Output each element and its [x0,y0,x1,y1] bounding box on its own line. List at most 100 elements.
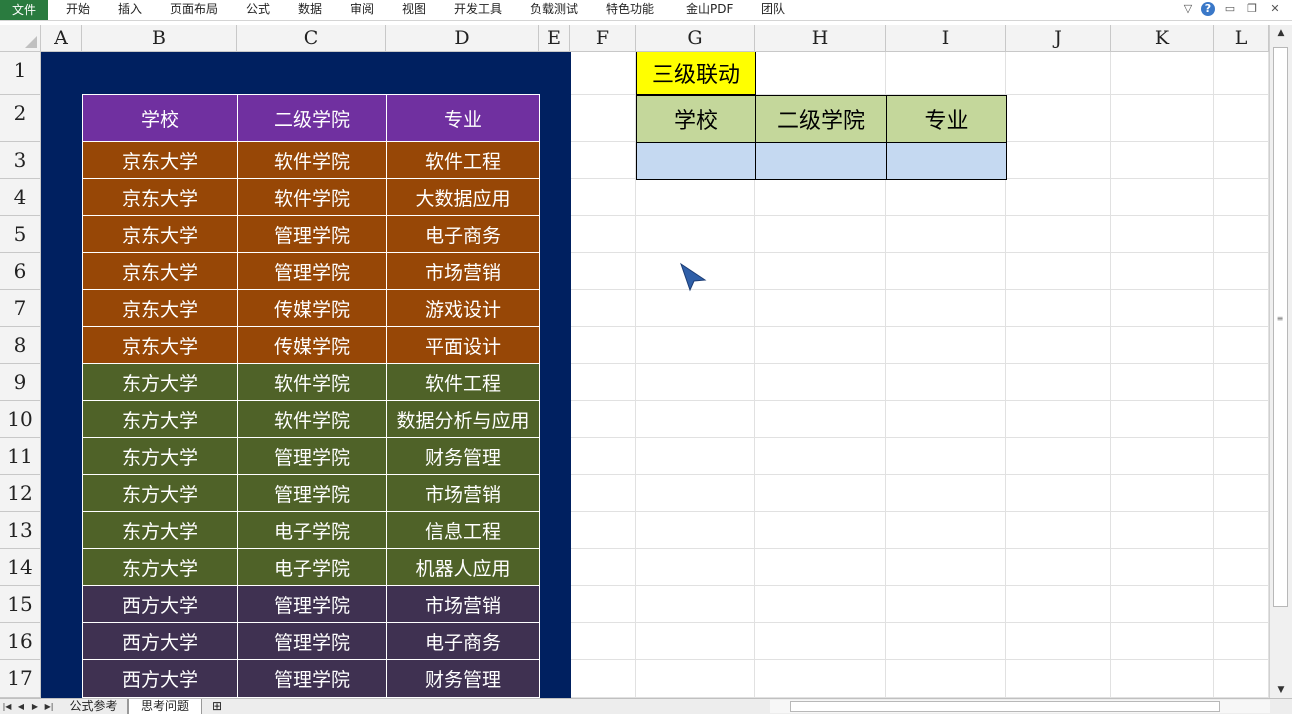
column-header[interactable]: C [237,25,386,52]
table-cell-major[interactable]: 财务管理 [386,437,540,475]
table-cell-college[interactable]: 软件学院 [237,363,387,401]
table-cell-college[interactable]: 传媒学院 [237,326,387,364]
table-cell-college[interactable]: 软件学院 [237,141,387,179]
collapse-ribbon-icon[interactable]: ▽ [1181,2,1195,16]
column-header[interactable]: I [886,25,1006,52]
table-cell-college[interactable]: 传媒学院 [237,289,387,327]
table-cell-school[interactable]: 京东大学 [82,215,238,253]
table-cell-major[interactable]: 市场营销 [386,585,540,623]
column-header[interactable]: J [1006,25,1111,52]
help-icon[interactable]: ? [1201,2,1215,16]
table-cell-school[interactable]: 东方大学 [82,400,238,438]
table-cell-college[interactable]: 软件学院 [237,400,387,438]
row-header[interactable]: 1 [0,52,41,95]
vertical-scrollbar[interactable]: ▲ ≡ ▼ [1269,25,1292,698]
column-header[interactable]: D [386,25,539,52]
column-header[interactable]: F [570,25,636,52]
tab-view[interactable]: 视图 [402,0,426,20]
table-cell-college[interactable]: 管理学院 [237,659,387,698]
table-cell-school[interactable]: 东方大学 [82,363,238,401]
new-sheet-icon[interactable]: ⊞ [204,699,230,714]
row-header[interactable]: 3 [0,142,41,179]
table-cell-major[interactable]: 数据分析与应用 [386,400,540,438]
row-header[interactable]: 6 [0,253,41,290]
table-cell-college[interactable]: 管理学院 [237,215,387,253]
tab-load-test[interactable]: 负载测试 [530,0,578,20]
sheet-tab-think[interactable]: 思考问题 [128,699,202,714]
scroll-up-icon[interactable]: ▲ [1270,25,1292,41]
table-cell-school[interactable]: 京东大学 [82,326,238,364]
close-icon[interactable]: ✕ [1268,2,1282,16]
row-header[interactable]: 5 [0,216,41,253]
tab-features[interactable]: 特色功能 [606,0,654,20]
row-header[interactable]: 8 [0,327,41,364]
tab-team[interactable]: 团队 [761,0,785,20]
cascade-header-school[interactable]: 学校 [636,95,756,143]
table-cell-college[interactable]: 管理学院 [237,585,387,623]
row-header[interactable]: 13 [0,512,41,549]
table-cell-school[interactable]: 京东大学 [82,289,238,327]
cascade-title[interactable]: 三级联动 [636,52,756,95]
row-header[interactable]: 12 [0,475,41,512]
tab-developer[interactable]: 开发工具 [454,0,502,20]
column-header[interactable]: H [755,25,886,52]
tab-data[interactable]: 数据 [298,0,322,20]
cascade-header-college[interactable]: 二级学院 [755,95,887,143]
table-cell-major[interactable]: 财务管理 [386,659,540,698]
column-header[interactable]: L [1214,25,1269,52]
row-header[interactable]: 7 [0,290,41,327]
table-cell-major[interactable]: 电子商务 [386,215,540,253]
column-header[interactable]: E [539,25,570,52]
row-header[interactable]: 15 [0,586,41,623]
prev-sheet-icon[interactable]: ◀ [16,699,26,714]
table-cell-school[interactable]: 西方大学 [82,622,238,660]
table-cell-college[interactable]: 管理学院 [237,437,387,475]
vertical-scroll-thumb[interactable] [1273,47,1288,607]
table-cell-school[interactable]: 东方大学 [82,548,238,586]
table-cell-college[interactable]: 管理学院 [237,474,387,512]
tab-insert[interactable]: 插入 [118,0,142,20]
row-header[interactable]: 11 [0,438,41,475]
minimize-icon[interactable]: ▭ [1223,2,1237,16]
cascade-input-college[interactable] [755,142,887,180]
table-cell-school[interactable]: 东方大学 [82,474,238,512]
row-header[interactable]: 16 [0,623,41,660]
table-header-college[interactable]: 二级学院 [237,94,387,143]
column-header[interactable]: A [41,25,82,52]
last-sheet-icon[interactable]: ▶| [44,699,54,714]
table-cell-major[interactable]: 信息工程 [386,511,540,549]
column-header[interactable]: B [82,25,237,52]
row-header[interactable]: 4 [0,179,41,216]
cascade-input-school[interactable] [636,142,756,180]
table-cell-college[interactable]: 电子学院 [237,511,387,549]
table-cell-major[interactable]: 平面设计 [386,326,540,364]
table-header-school[interactable]: 学校 [82,94,238,143]
horizontal-scroll-thumb[interactable] [790,701,1220,712]
tab-home[interactable]: 开始 [66,0,90,20]
table-cell-school[interactable]: 西方大学 [82,585,238,623]
table-cell-major[interactable]: 大数据应用 [386,178,540,216]
table-cell-major[interactable]: 游戏设计 [386,289,540,327]
select-all-corner[interactable] [0,25,41,52]
table-cell-major[interactable]: 软件工程 [386,363,540,401]
cascade-input-major[interactable] [886,142,1007,180]
table-cell-college[interactable]: 软件学院 [237,178,387,216]
worksheet-grid[interactable]: 学校 二级学院 专业 京东大学 软件学院 软件工程 京东大学 软件学院 大数据应用 京东大学 管理学… [41,52,1269,698]
column-header[interactable]: K [1111,25,1214,52]
table-cell-college[interactable]: 管理学院 [237,252,387,290]
row-header[interactable]: 2 [0,95,41,142]
next-sheet-icon[interactable]: ▶ [30,699,40,714]
restore-icon[interactable]: ❐ [1245,2,1259,16]
tab-review[interactable]: 审阅 [350,0,374,20]
table-cell-school[interactable]: 东方大学 [82,437,238,475]
table-cell-school[interactable]: 西方大学 [82,659,238,698]
table-cell-school[interactable]: 京东大学 [82,178,238,216]
table-cell-college[interactable]: 管理学院 [237,622,387,660]
table-cell-school[interactable]: 东方大学 [82,511,238,549]
column-header[interactable]: G [636,25,755,52]
table-cell-college[interactable]: 电子学院 [237,548,387,586]
table-cell-school[interactable]: 京东大学 [82,141,238,179]
table-cell-school[interactable]: 京东大学 [82,252,238,290]
row-header[interactable]: 17 [0,660,41,698]
row-header[interactable]: 9 [0,364,41,401]
